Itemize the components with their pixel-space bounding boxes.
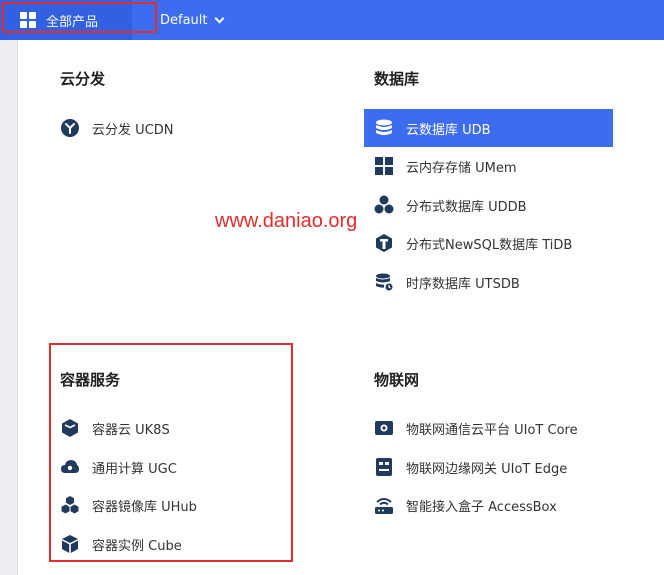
section-title-container: 容器服务 [60, 371, 121, 389]
distributed-db-icon [374, 195, 394, 215]
product-item-tidb[interactable]: 分布式NewSQL数据库 TiDB [374, 224, 654, 262]
product-item-uk8s[interactable]: 容器云 UK8S [60, 409, 280, 447]
product-label: 容器云 UK8S [92, 422, 170, 438]
product-label: 云内存存储 UMem [406, 160, 517, 176]
product-label: 分布式NewSQL数据库 TiDB [406, 237, 573, 253]
product-label: 云分发 UCDN [92, 122, 174, 138]
product-label: 容器镜像库 UHub [92, 499, 197, 515]
project-label: Default [160, 12, 208, 28]
section-title-iot: 物联网 [374, 371, 420, 389]
cdn-icon [60, 118, 80, 138]
product-item-uhub[interactable]: 容器镜像库 UHub [60, 486, 280, 524]
product-label: 通用计算 UGC [92, 461, 177, 477]
product-item-uiot-core[interactable]: 物联网通信云平台 UIoT Core [374, 409, 654, 447]
image-registry-icon [60, 495, 80, 515]
timeseries-db-icon [374, 272, 394, 292]
iot-core-icon [374, 418, 394, 438]
all-products-button[interactable]: 全部产品 [0, 0, 132, 40]
section-title-cdn: 云分发 [60, 70, 106, 88]
product-label: 物联网通信云平台 UIoT Core [406, 422, 578, 438]
product-item-umem[interactable]: 云内存存储 UMem [374, 147, 634, 185]
iot-edge-icon [374, 457, 394, 477]
cube-icon [60, 534, 80, 554]
left-sidebar [0, 40, 18, 575]
product-item-uiot-edge[interactable]: 物联网边缘网关 UIoT Edge [374, 448, 654, 486]
product-label: 分布式数据库 UDDB [406, 199, 527, 215]
product-item-ugc[interactable]: 通用计算 UGC [60, 448, 280, 486]
tidb-icon [374, 233, 394, 253]
section-title-database: 数据库 [374, 70, 420, 88]
product-item-ucdn[interactable]: 云分发 UCDN [60, 109, 320, 147]
product-item-utsdb[interactable]: 时序数据库 UTSDB [374, 263, 634, 301]
product-label: 容器实例 Cube [92, 538, 182, 554]
product-item-cube[interactable]: 容器实例 Cube [60, 525, 280, 563]
container-cloud-icon [60, 418, 80, 438]
product-label: 云数据库 UDB [406, 122, 491, 138]
product-item-udb[interactable]: 云数据库 UDB [364, 109, 613, 147]
all-products-label: 全部产品 [46, 14, 99, 30]
product-item-uddb[interactable]: 分布式数据库 UDDB [374, 186, 634, 224]
product-label: 时序数据库 UTSDB [406, 276, 520, 292]
product-label: 物联网边缘网关 UIoT Edge [406, 461, 568, 477]
project-selector[interactable]: Default [160, 0, 224, 40]
watermark-text: www.daniao.org [215, 210, 358, 232]
product-label: 智能接入盒子 AccessBox [406, 499, 557, 515]
grid-icon [20, 12, 36, 28]
chevron-down-icon [214, 13, 224, 23]
memory-grid-icon [374, 156, 394, 176]
compute-icon [60, 457, 80, 477]
product-item-accessbox[interactable]: 智能接入盒子 AccessBox [374, 486, 654, 524]
access-box-icon [374, 495, 394, 515]
database-icon [374, 118, 394, 138]
